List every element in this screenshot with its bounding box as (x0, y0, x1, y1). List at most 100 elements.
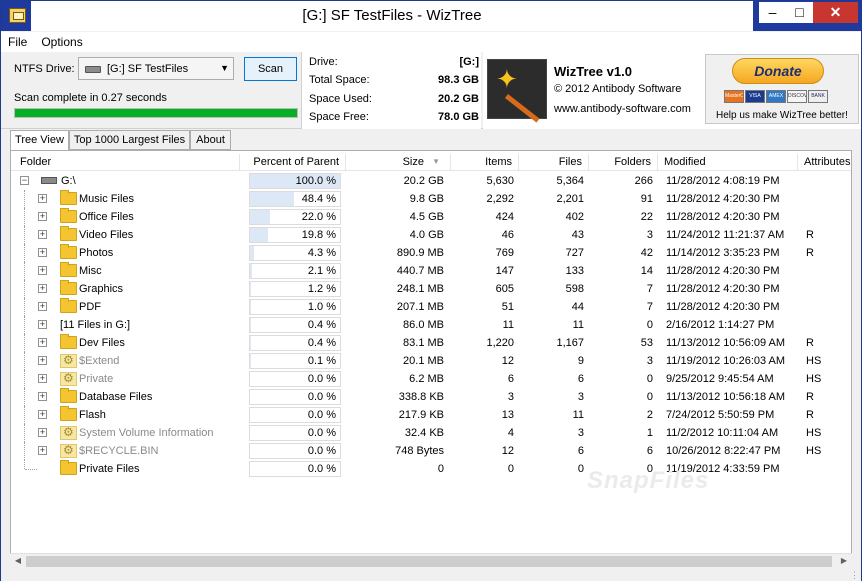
folder-name[interactable]: [11 Files in G:] (60, 316, 130, 334)
folder-name[interactable]: Music Files (79, 190, 134, 208)
percent-value: 0.0 % (307, 463, 336, 475)
folder-name[interactable]: Flash (79, 406, 106, 424)
percent-bar-fill (250, 264, 252, 278)
expand-icon[interactable]: + (38, 320, 47, 329)
expand-icon[interactable]: + (38, 374, 47, 383)
col-modified[interactable]: Modified (658, 154, 798, 171)
tab-tree-view[interactable]: Tree View (10, 130, 69, 151)
menu-options[interactable]: Options (34, 32, 89, 49)
collapse-icon[interactable]: − (20, 176, 29, 185)
table-row[interactable]: + $Extend 0.1 % 20.1 MB 12 9 3 11/19/2012 10:26… (11, 352, 851, 370)
table-row[interactable]: + Photos 4.3 % 890.9 MB 769 727 42 11/14/2012 3… (11, 244, 851, 262)
scroll-thumb[interactable] (26, 556, 832, 567)
folder-name[interactable]: Photos (79, 244, 113, 262)
scroll-left-icon[interactable]: ◀ (11, 555, 25, 568)
donate-button[interactable]: Donate (732, 58, 824, 84)
percent-bar: 0.0 % (249, 407, 341, 423)
modified-value: 11/28/2012 4:20:30 PM (666, 301, 780, 313)
folder-name[interactable]: Graphics (79, 280, 123, 298)
tree-line (24, 280, 25, 298)
table-row[interactable]: + Database Files 0.0 % 338.8 KB 3 3 0 11/13/201… (11, 388, 851, 406)
percent-value: 0.0 % (307, 427, 336, 439)
menu-file[interactable]: File (1, 32, 34, 49)
sort-descending-icon: ▼ (432, 157, 440, 166)
expand-icon[interactable]: + (38, 302, 47, 311)
files-value: 133 (565, 265, 584, 277)
table-row[interactable]: + PDF 1.0 % 207.1 MB 51 44 7 11/28/2012 4:20:30… (11, 298, 851, 316)
close-icon[interactable]: ✕ (813, 2, 858, 23)
chevron-down-icon[interactable]: ▼ (220, 63, 229, 73)
attributes-value (806, 172, 846, 190)
resize-grip-icon[interactable]: ⋮ (850, 570, 859, 581)
scroll-right-icon[interactable]: ▶ (837, 555, 851, 568)
modified-value: 7/24/2012 5:50:59 PM (666, 409, 775, 421)
tree-line (24, 316, 25, 334)
tab-top-1000[interactable]: Top 1000 Largest Files (69, 130, 190, 150)
tab-about[interactable]: About (190, 130, 231, 150)
col-folder[interactable]: Folder (14, 154, 240, 171)
table-row[interactable]: + Flash 0.0 % 217.9 KB 13 11 2 7/24/2012 5:50:5… (11, 406, 851, 424)
folder-name[interactable]: G:\ (61, 172, 76, 190)
col-size[interactable]: Size ▼ (346, 154, 451, 171)
scan-button[interactable]: Scan (244, 57, 297, 81)
folder-name[interactable]: Dev Files (79, 334, 125, 352)
folder-name[interactable]: System Volume Information (79, 424, 214, 442)
percent-bar: 1.2 % (249, 281, 341, 297)
expand-icon[interactable]: + (38, 194, 47, 203)
expand-icon[interactable]: + (38, 230, 47, 239)
col-folders[interactable]: Folders (589, 154, 658, 171)
system-folder-icon (60, 353, 77, 368)
drive-info-panel: Drive: [G:] Total Space: 98.3 GB Space Use… (301, 52, 481, 129)
window-title: [G:] SF TestFiles - WizTree (31, 1, 753, 31)
expand-icon[interactable]: + (38, 410, 47, 419)
maximize-icon[interactable]: □ (786, 2, 813, 23)
folder-icon (60, 226, 77, 241)
folder-name[interactable]: Misc (79, 262, 102, 280)
expand-icon[interactable]: + (38, 356, 47, 365)
table-row[interactable]: − G:\ 100.0 % 20.2 GB 5,630 5,364 266 11/28/201… (11, 172, 851, 190)
table-row[interactable]: + Video Files 19.8 % 4.0 GB 46 43 3 11/24/2012 … (11, 226, 851, 244)
col-items[interactable]: Items (451, 154, 519, 171)
expand-icon[interactable]: + (38, 266, 47, 275)
col-attributes[interactable]: Attributes (798, 154, 851, 171)
table-row[interactable]: Private Files 0.0 % 0 0 0 0 11/19/2012 4:33:59… (11, 460, 851, 478)
expand-icon[interactable]: + (38, 428, 47, 437)
table-row[interactable]: + $RECYCLE.BIN 0.0 % 748 Bytes 12 6 6 10/26/201… (11, 442, 851, 460)
expand-icon[interactable]: + (38, 284, 47, 293)
expand-icon[interactable]: + (38, 338, 47, 347)
app-icon[interactable] (9, 8, 26, 23)
folder-name[interactable]: Private (79, 370, 113, 388)
expand-icon[interactable]: + (38, 446, 47, 455)
table-row[interactable]: + [11 Files in G:] 0.4 % 86.0 MB 11 11 0 2/16/2… (11, 316, 851, 334)
minimize-icon[interactable]: – (759, 2, 786, 23)
folder-name[interactable]: Database Files (79, 388, 152, 406)
folder-name[interactable]: $Extend (79, 352, 119, 370)
expand-icon[interactable]: + (38, 392, 47, 401)
title-bar[interactable]: [G:] SF TestFiles - WizTree – □ ✕ (1, 1, 861, 31)
total-space-value: 98.3 GB (438, 74, 479, 86)
table-row[interactable]: + System Volume Information 0.0 % 32.4 KB 4 3… (11, 424, 851, 442)
table-row[interactable]: + Dev Files 0.4 % 83.1 MB 1,220 1,167 53 11/13/… (11, 334, 851, 352)
space-used-row: Space Used: 20.2 GB (309, 93, 479, 109)
table-row[interactable]: + Office Files 22.0 % 4.5 GB 424 402 22 11/28/2… (11, 208, 851, 226)
col-files[interactable]: Files (519, 154, 589, 171)
website-link[interactable]: www.antibody-software.com (554, 103, 691, 115)
folders-value: 53 (640, 337, 653, 349)
folder-name[interactable]: Video Files (79, 226, 133, 244)
expand-icon[interactable]: + (38, 212, 47, 221)
expand-icon[interactable]: + (38, 248, 47, 257)
folder-name[interactable]: PDF (79, 298, 101, 316)
table-row[interactable]: + Misc 2.1 % 440.7 MB 147 133 14 11/28/2012 4:2… (11, 262, 851, 280)
folder-name[interactable]: Private Files (79, 460, 140, 478)
folder-name[interactable]: Office Files (79, 208, 134, 226)
drive-select[interactable]: [G:] SF TestFiles ▼ (78, 57, 234, 80)
col-percent[interactable]: Percent of Parent (240, 154, 346, 171)
tree-line (24, 262, 25, 280)
folder-name[interactable]: $RECYCLE.BIN (79, 442, 158, 460)
amex-icon: AMEX (766, 90, 786, 103)
table-row[interactable]: + Graphics 1.2 % 248.1 MB 605 598 7 11/28/2012 … (11, 280, 851, 298)
table-row[interactable]: + Music Files 48.4 % 9.8 GB 2,292 2,201 91 11/2… (11, 190, 851, 208)
horizontal-scrollbar[interactable]: ◀ ▶ (10, 553, 852, 568)
percent-bar: 0.4 % (249, 335, 341, 351)
table-row[interactable]: + Private 0.0 % 6.2 MB 6 6 0 9/25/2012 9:45:54 … (11, 370, 851, 388)
